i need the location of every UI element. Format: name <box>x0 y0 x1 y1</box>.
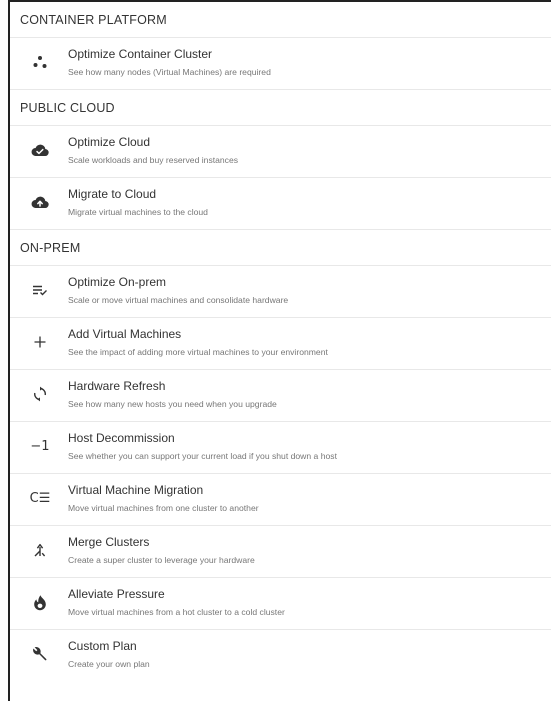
menu-item-title: Optimize On-prem <box>68 275 167 289</box>
menu-item-title: Host Decommission <box>68 431 175 445</box>
menu-item-title: Virtual Machine Migration <box>68 483 204 497</box>
container-dots-icon <box>30 52 50 72</box>
menu-item-description: Move virtual machines from one cluster t… <box>68 503 259 513</box>
minus-one-icon: −1 <box>30 436 50 456</box>
menu-item-hardware-refresh[interactable]: Hardware Refresh See how many new hosts … <box>10 370 551 422</box>
refresh-icon <box>30 384 50 404</box>
wrench-icon <box>30 644 50 664</box>
menu-item-host-decommission[interactable]: −1 Host Decommission See whether you can… <box>10 422 551 474</box>
list-check-icon <box>30 280 50 300</box>
menu-item-optimize-on-prem[interactable]: Optimize On-prem Scale or move virtual m… <box>10 266 551 318</box>
menu-item-description: See how many nodes (Virtual Machines) ar… <box>68 67 271 77</box>
move-list-icon: C☰ <box>29 488 51 508</box>
menu-item-description: Create a super cluster to leverage your … <box>68 555 255 565</box>
merge-icon <box>30 540 50 560</box>
menu-item-description: Migrate virtual machines to the cloud <box>68 207 208 217</box>
menu-item-add-virtual-machines[interactable]: Add Virtual Machines See the impact of a… <box>10 318 551 370</box>
section-header-public-cloud: PUBLIC CLOUD <box>10 90 551 126</box>
menu-item-optimize-cloud[interactable]: Optimize Cloud Scale workloads and buy r… <box>10 126 551 178</box>
menu-item-custom-plan[interactable]: Custom Plan Create your own plan <box>10 630 551 682</box>
menu-item-title: Migrate to Cloud <box>68 187 157 201</box>
menu-item-description: Create your own plan <box>68 659 150 669</box>
menu-item-title: Add Virtual Machines <box>68 327 182 341</box>
menu-item-optimize-container-cluster[interactable]: Optimize Container Cluster See how many … <box>10 38 551 90</box>
plus-icon <box>30 332 50 352</box>
menu-item-description: Scale or move virtual machines and conso… <box>68 295 289 305</box>
menu-item-description: See whether you can support your current… <box>68 451 337 461</box>
menu-item-title: Optimize Cloud <box>68 135 151 149</box>
cloud-upload-icon <box>30 192 50 212</box>
menu-item-description: Scale workloads and buy reserved instanc… <box>68 155 239 165</box>
menu-item-title: Hardware Refresh <box>68 379 166 393</box>
minus-one-glyph: −1 <box>30 438 50 454</box>
menu-item-description: See how many new hosts you need when you… <box>68 399 277 409</box>
menu-item-description: See the impact of adding more virtual ma… <box>68 347 328 357</box>
section-header-container-platform: CONTAINER PLATFORM <box>10 2 551 38</box>
cloud-check-icon <box>30 140 50 160</box>
move-list-glyph: C☰ <box>29 490 51 506</box>
menu-item-title: Optimize Container Cluster <box>68 47 213 61</box>
flame-icon <box>30 592 50 612</box>
menu-item-title: Merge Clusters <box>68 535 150 549</box>
menu-item-description: Move virtual machines from a hot cluster… <box>68 607 285 617</box>
menu-item-merge-clusters[interactable]: Merge Clusters Create a super cluster to… <box>10 526 551 578</box>
plan-type-menu: CONTAINER PLATFORM Optimize Container Cl… <box>8 0 551 701</box>
menu-item-migrate-to-cloud[interactable]: Migrate to Cloud Migrate virtual machine… <box>10 178 551 230</box>
section-header-on-prem: ON-PREM <box>10 230 551 266</box>
menu-item-virtual-machine-migration[interactable]: C☰ Virtual Machine Migration Move virtua… <box>10 474 551 526</box>
menu-item-title: Alleviate Pressure <box>68 587 165 601</box>
menu-item-title: Custom Plan <box>68 639 137 653</box>
menu-item-alleviate-pressure[interactable]: Alleviate Pressure Move virtual machines… <box>10 578 551 630</box>
